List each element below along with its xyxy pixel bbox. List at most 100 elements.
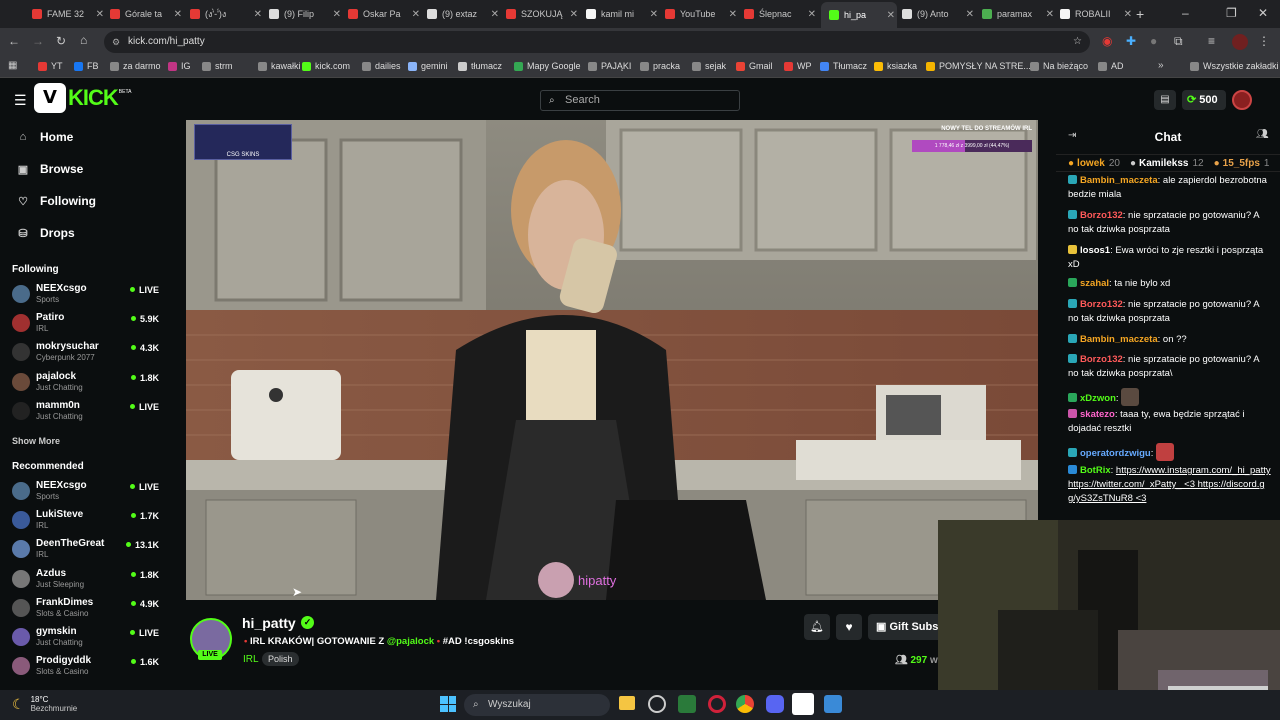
browser-tab[interactable]: SZOKUJĄ ✕ (504, 4, 580, 24)
chat-username[interactable]: szahal (1080, 278, 1109, 289)
apps-grid-icon[interactable]: ▦ (8, 60, 17, 71)
chat-username[interactable]: BotRix (1080, 465, 1111, 476)
user-avatar[interactable] (1232, 90, 1252, 110)
browser-tab[interactable]: (9) Filip ✕ (267, 4, 343, 24)
chat-username[interactable]: Borzo132 (1080, 210, 1123, 221)
bookmark-item[interactable]: kick.com (302, 61, 350, 71)
browser-tab[interactable]: hi_pa ✕ (821, 2, 897, 28)
start-button[interactable] (440, 696, 456, 712)
chat-username[interactable]: Borzo132 (1080, 354, 1123, 365)
bookmark-item[interactable]: AD (1098, 61, 1124, 71)
tab-close-icon[interactable]: ✕ (174, 9, 182, 20)
nav-item-following[interactable]: ♡ Following (16, 194, 96, 208)
browser-menu-icon[interactable]: ⋮ (1258, 34, 1270, 48)
tab-close-icon[interactable]: ✕ (650, 9, 658, 20)
library-button[interactable]: ▤ (1154, 90, 1176, 110)
search-input[interactable]: ⌕ Search (540, 90, 740, 111)
leaderboard-entry[interactable]: ● 15_5fps 1 (1214, 158, 1270, 169)
browser-tab[interactable]: Oskar Pa ✕ (346, 4, 422, 24)
chat-username[interactable]: losos1 (1080, 245, 1110, 256)
video-player[interactable]: CSG SKINS NOWY TEL DO STREAMÓW IRL 1 778… (186, 120, 1038, 600)
bookmark-item[interactable]: dailies (362, 61, 401, 71)
chat-username[interactable]: xDzwon (1080, 393, 1116, 404)
tab-close-icon[interactable]: ✕ (333, 9, 341, 20)
browser-tab[interactable]: (ง'̀-'́)ง ✕ (188, 4, 264, 24)
bookmark-item[interactable]: FB (74, 61, 99, 71)
reload-icon[interactable]: ↻ (56, 34, 66, 48)
sidebar-channel[interactable]: pajalock Just Chatting 1.8K (12, 371, 162, 397)
address-input[interactable]: ⚙ kick.com/hi_patty ☆ (104, 31, 1090, 53)
sidebar-channel[interactable]: DeenTheGreat IRL 13.1K (12, 538, 162, 564)
bookmark-star-icon[interactable]: ☆ (1073, 31, 1082, 53)
sidebar-channel[interactable]: mamm0n Just Chatting LIVE (12, 400, 162, 426)
browser-tab[interactable]: FAME 32 ✕ (30, 4, 106, 24)
tab-close-icon[interactable]: ✕ (254, 9, 262, 20)
weather-widget[interactable]: ☾ 18°C Bezchmurnie (12, 695, 77, 713)
bookmark-item[interactable]: Gmail (736, 61, 773, 71)
forward-icon[interactable]: → (32, 34, 44, 48)
new-tab-icon[interactable]: + (1136, 6, 1144, 22)
kick-logo[interactable]: V KICK BETA (34, 83, 131, 113)
app-icon[interactable] (824, 695, 842, 713)
bookmark-item[interactable]: Na bieżąco (1030, 61, 1088, 71)
chat-username[interactable]: Bambin_maczeta (1080, 334, 1158, 345)
sidebar-channel[interactable]: LukiSteve IRL 1.7K (12, 509, 162, 535)
profile-avatar[interactable] (1232, 34, 1248, 50)
chrome-icon[interactable] (736, 695, 754, 713)
restore-icon[interactable]: ❐ (1226, 6, 1237, 20)
leaderboard-entry[interactable]: ● Kamilekss 12 (1130, 158, 1204, 169)
bookmark-item[interactable]: Tłumacz (820, 61, 867, 71)
sidebar-channel[interactable]: NEEXcsgo Sports LIVE (12, 283, 162, 309)
tab-close-icon[interactable]: ✕ (1046, 9, 1054, 20)
sidebar-channel[interactable]: Azdus Just Sleeping 1.8K (12, 568, 162, 594)
bookmark-item[interactable]: POMYSŁY NA STRE... (926, 61, 1031, 71)
sidebar-channel[interactable]: Patiro IRL 5.9K (12, 312, 162, 338)
home-page-icon[interactable]: ⌂ (80, 33, 87, 47)
tab-close-icon[interactable]: ✕ (491, 9, 499, 20)
show-more-button[interactable]: Show More (12, 436, 60, 446)
leaderboard-entry[interactable]: ● lowek 20 (1068, 158, 1120, 169)
language-tag[interactable]: Polish (262, 652, 299, 666)
bookmark-item[interactable]: WP (784, 61, 812, 71)
hamburger-menu-icon[interactable]: ☰ (14, 92, 27, 109)
tab-close-icon[interactable]: ✕ (412, 9, 420, 20)
media-control-icon[interactable]: ≡ (1208, 34, 1215, 48)
stream-title-mention[interactable]: @pajalock (387, 636, 434, 647)
browser-tab[interactable]: paramax ✕ (980, 4, 1056, 24)
extension-icon[interactable]: ✚ (1126, 34, 1136, 48)
tab-close-icon[interactable]: ✕ (966, 9, 974, 20)
close-window-icon[interactable]: ✕ (1258, 6, 1268, 20)
nav-item-home[interactable]: ⌂ Home (16, 130, 74, 144)
chat-users-icon[interactable]: 👥︎ (1256, 129, 1269, 140)
category-link[interactable]: IRL (243, 654, 259, 665)
app-icon[interactable] (648, 695, 666, 713)
extensions-puzzle-icon[interactable]: ⧉ (1174, 34, 1183, 49)
tab-close-icon[interactable]: ✕ (1124, 9, 1132, 20)
streaming-app-icon[interactable] (792, 693, 814, 715)
bookmark-item[interactable]: pracka (640, 61, 680, 71)
nav-item-browse[interactable]: ▣ Browse (16, 162, 84, 176)
browser-tab[interactable]: kamil mi ✕ (584, 4, 660, 24)
sidebar-channel[interactable]: NEEXcsgo Sports LIVE (12, 480, 162, 506)
tab-close-icon[interactable]: ✕ (729, 9, 737, 20)
browser-tab[interactable]: YouTube ✕ (663, 4, 739, 24)
bookmark-item[interactable]: strm (202, 61, 233, 71)
browser-tab[interactable]: Ślepnac ✕ (742, 4, 818, 24)
sidebar-channel[interactable]: gymskin Just Chatting LIVE (12, 626, 162, 652)
bookmark-item[interactable]: Mapy Google (514, 61, 581, 71)
discord-icon[interactable] (766, 695, 784, 713)
bookmark-item[interactable]: YT (38, 61, 63, 71)
bookmark-item[interactable]: za darmo (110, 61, 161, 71)
chat-username[interactable]: Borzo132 (1080, 299, 1123, 310)
opera-icon[interactable] (708, 695, 726, 713)
tab-close-icon[interactable]: ✕ (887, 10, 895, 21)
bookmark-item[interactable]: PAJĄKI (588, 61, 631, 71)
site-info-icon[interactable]: ⚙ (112, 31, 120, 53)
bookmark-item[interactable]: sejak (692, 61, 726, 71)
nav-item-drops[interactable]: ⛁ Drops (16, 226, 74, 240)
bookmark-item[interactable]: gemini (408, 61, 448, 71)
bookmarks-overflow-icon[interactable]: » (1158, 60, 1164, 71)
follow-button[interactable]: ♥ (836, 614, 862, 640)
sidebar-channel[interactable]: FrankDimes Slots & Casino 4.9K (12, 597, 162, 623)
points-button[interactable]: ⟳ 500 (1182, 90, 1226, 110)
